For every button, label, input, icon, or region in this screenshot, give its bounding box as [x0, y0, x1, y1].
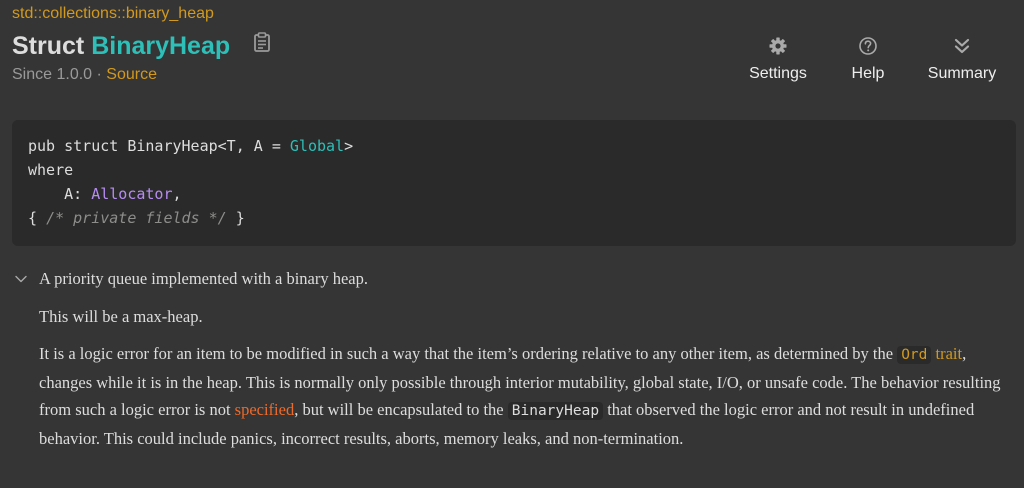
paragraph-text: It is a logic error for an item to be mo…	[39, 344, 898, 363]
breadcrumb-separator: ::	[116, 5, 126, 22]
chevron-down-icon[interactable]	[14, 272, 28, 286]
question-circle-icon	[859, 37, 877, 55]
doc-paragraph: It is a logic error for an item to be mo…	[39, 340, 1014, 452]
breadcrumb-binary-heap[interactable]: binary_heap	[126, 5, 214, 22]
doc-paragraph: This will be a max-heap.	[39, 307, 203, 326]
code-text: pub struct BinaryHeap<T, A =	[28, 137, 290, 155]
help-button[interactable]: Help	[830, 36, 906, 83]
settings-label: Settings	[749, 65, 807, 82]
source-link[interactable]: Source	[106, 66, 157, 83]
summary-button[interactable]: Summary	[914, 36, 1010, 83]
code-line: where	[28, 158, 1000, 182]
global-link[interactable]: Global	[290, 137, 344, 155]
breadcrumb-collections[interactable]: collections	[42, 5, 117, 22]
trait-link[interactable]: trait	[936, 344, 963, 363]
toolbar: Settings Help Summary	[734, 36, 1010, 83]
item-kind: Struct	[12, 32, 85, 60]
specified-link[interactable]: specified	[235, 400, 295, 419]
item-name: BinaryHeap	[91, 32, 231, 60]
gear-icon	[769, 37, 787, 55]
help-label: Help	[851, 65, 885, 82]
breadcrumb-separator: ::	[33, 5, 43, 22]
ord-link[interactable]: Ord	[897, 346, 932, 364]
doc-toggle[interactable]: A priority queue implemented with a bina…	[14, 266, 1014, 292]
code-text: A:	[28, 185, 92, 203]
code-comment: /* private fields */	[46, 209, 227, 227]
code-line: pub struct BinaryHeap<T, A = Global>	[28, 134, 1000, 158]
allocator-link[interactable]: Allocator	[91, 185, 172, 203]
settings-button[interactable]: Settings	[734, 36, 822, 83]
breadcrumb-std[interactable]: std	[12, 5, 33, 22]
code-text: >	[344, 137, 354, 155]
doc-summary: A priority queue implemented with a bina…	[39, 269, 368, 288]
breadcrumb: std::collections::binary_heap	[12, 5, 214, 23]
since-version: Since 1.0.0 ·	[12, 66, 107, 83]
code-line: { /* private fields */ }	[28, 206, 1000, 230]
code-text: ,	[172, 185, 182, 203]
paragraph-text: , but will be encapsulated to the	[294, 400, 508, 419]
page-title: Struct BinaryHeap	[12, 30, 271, 61]
doc-block: A priority queue implemented with a bina…	[14, 266, 1014, 452]
code-line: A: Allocator,	[28, 182, 1000, 206]
code-text: }	[226, 209, 245, 227]
doc-page: std::collections::binary_heap Struct Bin…	[0, 0, 1024, 488]
double-chevron-down-icon	[954, 38, 970, 54]
summary-label: Summary	[927, 65, 997, 82]
item-declaration: pub struct BinaryHeap<T, A = Global> whe…	[12, 120, 1016, 246]
copy-path-icon[interactable]	[253, 30, 271, 52]
code-text: where	[28, 161, 74, 179]
item-meta: Since 1.0.0 · Source	[12, 66, 157, 84]
binaryheap-code: BinaryHeap	[507, 402, 604, 420]
code-text: {	[28, 209, 47, 227]
